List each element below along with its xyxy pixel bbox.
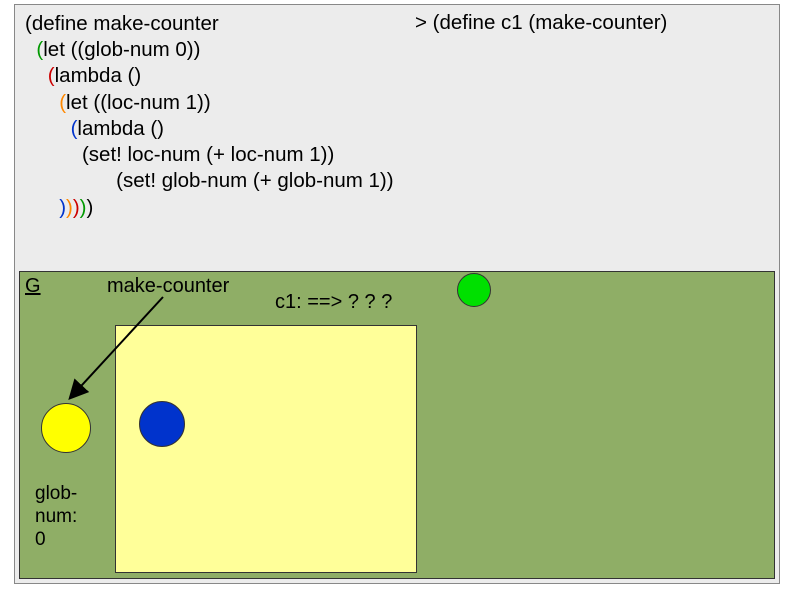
code-line-3: lambda () xyxy=(55,64,142,87)
paren-close-red: ) xyxy=(73,196,80,219)
value-circle-green-icon xyxy=(457,273,491,307)
c1-result-label: c1: ==> ? ? ? xyxy=(275,291,392,314)
code-line-5: lambda () xyxy=(77,117,164,140)
globnum-line1: glob- xyxy=(35,483,77,504)
glob-num-binding: glob- num: 0 xyxy=(35,483,77,551)
value-circle-yellow-icon xyxy=(41,403,91,453)
paren-close-green: ) xyxy=(80,196,87,219)
make-counter-label: make-counter xyxy=(107,275,229,298)
globnum-line3: 0 xyxy=(35,529,46,550)
value-circle-blue-icon xyxy=(139,401,185,447)
paren-open-red: ( xyxy=(48,64,55,87)
paren-close-black: ) xyxy=(87,196,94,219)
env-inner-box xyxy=(115,325,417,573)
code-line-1: (define make-counter xyxy=(25,12,219,35)
env-g-label: G xyxy=(25,275,41,298)
code-line-2: let ((glob-num 0)) xyxy=(43,38,200,61)
globnum-line2: num: xyxy=(35,506,77,527)
repl-line: > (define c1 (make-counter) xyxy=(415,11,667,35)
paren-close-blue: ) xyxy=(59,196,66,219)
code-line-6: (set! loc-num (+ loc-num 1)) xyxy=(82,143,334,166)
code-line-7: (set! glob-num (+ glob-num 1)) xyxy=(116,169,393,192)
paren-open-orange: ( xyxy=(59,91,66,114)
code-block: (define make-counter ( let ((glob-num 0))… xyxy=(25,11,394,221)
paren-close-orange: ) xyxy=(66,196,73,219)
code-line-4: let ((loc-num 1)) xyxy=(66,91,211,114)
slide-background: (define make-counter ( let ((glob-num 0))… xyxy=(14,4,780,584)
